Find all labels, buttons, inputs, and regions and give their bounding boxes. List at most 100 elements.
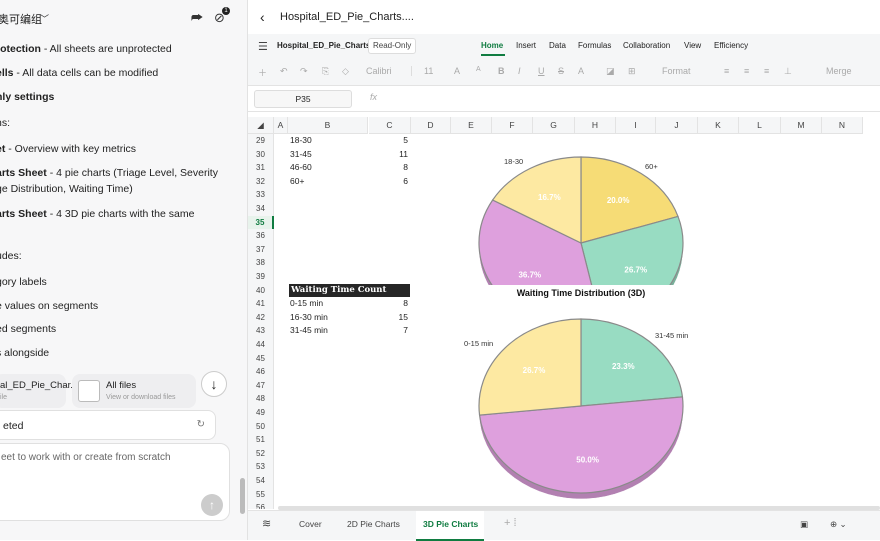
name-box[interactable]: P35 [254,90,352,108]
chat-line-bold: ells [0,67,14,79]
pie-category-label: 31-45 min [655,331,688,340]
format-painter-icon[interactable]: ⎘ [322,66,329,77]
chat-panel: 奥可编组 ﹀ ⮫ ⊘ 1 rotection - All sheets are … [0,0,248,540]
task-status-box[interactable]: eted ↻ [0,410,216,440]
increase-font-icon[interactable]: A [454,66,460,76]
formula-bar: P35 fx [248,86,880,112]
active-tab-indicator [481,54,505,56]
chevron-down-icon[interactable]: ﹀ [40,12,49,25]
tab-data[interactable]: Data [549,41,566,50]
read-only-badge: Read-Only [368,38,417,54]
chat-line-text: - All data cells can be modified [13,67,159,79]
chat-composer[interactable]: eet to work with or create from scratch [0,443,230,521]
undo-icon[interactable]: ↶ [280,66,288,77]
format-select[interactable]: Format [662,66,691,76]
cell-grid[interactable]: ◢ A B C D E F G H I J K L M N 29 30 31 32 33 34 35 36 37 38 39 40… [248,117,880,509]
folder-icon [78,380,100,402]
pie-category-label: 60+ [645,162,658,171]
decrease-font-icon[interactable]: A [476,66,481,73]
workbook-name: Hospital_ED_Pie_Charts [277,41,371,50]
fx-icon[interactable]: fx [370,92,377,102]
tab-formulas[interactable]: Formulas [578,41,611,50]
file-title: Hospital_ED_Pie_Charts.... [280,11,414,23]
pie-chart-waiting-time[interactable]: 23.3% 50.0% 26.7% 0-15 min 31-45 min [464,318,688,500]
chart-title: Waiting Time Distribution (3D) [517,288,646,298]
merge-select[interactable]: Merge [826,66,852,76]
back-icon[interactable]: ‹ [260,9,265,25]
valign-icon[interactable]: ⊥ [784,66,792,77]
sheet-tab-3d-pie-charts[interactable]: 3D Pie Charts [423,519,478,529]
chat-line: ells - All data cells can be modified [0,67,158,79]
pie-percent-label: 26.7% [523,366,546,375]
menu-icon[interactable]: ☰ [258,40,268,53]
chat-line: nly settings [0,91,54,103]
tab-efficiency[interactable]: Efficiency [714,41,748,50]
border-icon[interactable]: ⊞ [628,66,636,77]
spreadsheet-panel: ‹ Hospital_ED_Pie_Charts.... ☰ Hospital_… [248,0,880,541]
all-files-label: All files [106,380,137,391]
chat-line: ns: [0,117,10,129]
chat-line: ed segments [0,323,56,335]
file-chip[interactable]: al_ED_Pie_Char... ile [0,374,78,408]
pie-percent-label: 26.7% [624,266,647,275]
chat-line-text: ed segments [0,323,57,335]
font-color-icon[interactable]: A [578,66,584,76]
fill-color-icon[interactable]: ◪ [606,66,615,77]
tab-home[interactable]: Home [481,41,503,50]
strikethrough-icon[interactable]: S [558,66,564,76]
font-size-select[interactable]: 11 [424,66,433,76]
chat-line: gory labels [0,276,47,288]
charts-layer: 20.0% 26.7% 36.7% 16.7% 18-30 60+ Waiting Time… [464,156,688,500]
add-sheet-icon[interactable]: + ⁞ [504,517,517,529]
pie-percent-label: 23.3% [612,362,635,371]
tab-insert[interactable]: Insert [516,41,536,50]
share-icon[interactable]: ⮫ [191,10,203,26]
redo-icon[interactable]: ↷ [300,66,308,77]
chat-line-text: ge Distribution, Waiting Time) [0,183,133,195]
chat-line-text: gory labels [0,276,47,288]
bold-icon[interactable]: B [498,66,505,76]
sheet-view-icon[interactable]: ▣ [800,519,808,530]
chat-header: 奥可编组 ﹀ ⮫ ⊘ 1 [0,0,247,36]
pie-category-label: 0-15 min [464,339,493,348]
all-files-sub: View or download files [106,394,176,401]
chat-title[interactable]: 奥可编组 [0,11,42,27]
align-right-icon[interactable]: ≡ [764,66,769,76]
composer-placeholder: eet to work with or create from scratch [1,452,171,463]
underline-icon[interactable]: U [538,66,545,76]
chat-line-bold: rotection [0,43,41,55]
file-chip-name: al_ED_Pie_Char... [0,380,79,391]
task-status-label: eted [3,420,24,432]
sheet-tab-cover[interactable]: Cover [299,519,322,529]
format-toolbar: ＋ ↶ ↷ ⎘ ◇ Calibri 11 A A B I U S A ◪ ⊞ F… [248,58,880,86]
chat-line-text: s alongside [0,347,50,359]
new-icon[interactable]: ＋ [258,66,267,79]
chat-line-bold: nly settings [0,91,55,103]
tab-view[interactable]: View [684,41,701,50]
chat-line: rotection - All sheets are unprotected [0,43,172,55]
chat-scrollbar[interactable] [240,478,245,514]
scroll-down-button[interactable]: ↓ [201,371,227,397]
align-left-icon[interactable]: ≡ [724,66,729,76]
clear-format-icon[interactable]: ◇ [342,66,349,77]
spreadsheet-header: ‹ Hospital_ED_Pie_Charts.... [248,0,880,34]
globe-icon[interactable]: ⊕ ⌄ [830,519,847,530]
sheet-tab-bar: ≋ Cover 2D Pie Charts 3D Pie Charts + ⁞ … [248,510,880,541]
sheet-tab-2d-pie-charts[interactable]: 2D Pie Charts [347,519,400,529]
chat-line-text: e values on segments [0,300,99,312]
refresh-icon[interactable]: ↻ [197,419,205,430]
pie-category-label: 18-30 [504,157,523,166]
chat-line: ge Distribution, Waiting Time) [0,183,133,195]
font-select[interactable]: Calibri [366,66,412,76]
italic-icon[interactable]: I [518,66,521,76]
pie-chart-age[interactable]: 20.0% 26.7% 36.7% 16.7% 18-30 60+ [478,156,684,335]
sheets-list-icon[interactable]: ≋ [262,517,271,530]
send-button[interactable]: ↑ [201,494,223,516]
chat-line: et - Overview with key metrics [0,143,136,155]
pie-percent-label: 50.0% [576,456,599,465]
chat-line-bold: arts Sheet [0,208,47,220]
chat-line-bold: arts Sheet [0,167,47,179]
pie-percent-label: 16.7% [538,193,561,202]
tab-collaboration[interactable]: Collaboration [623,41,670,50]
align-center-icon[interactable]: ≡ [744,66,749,76]
